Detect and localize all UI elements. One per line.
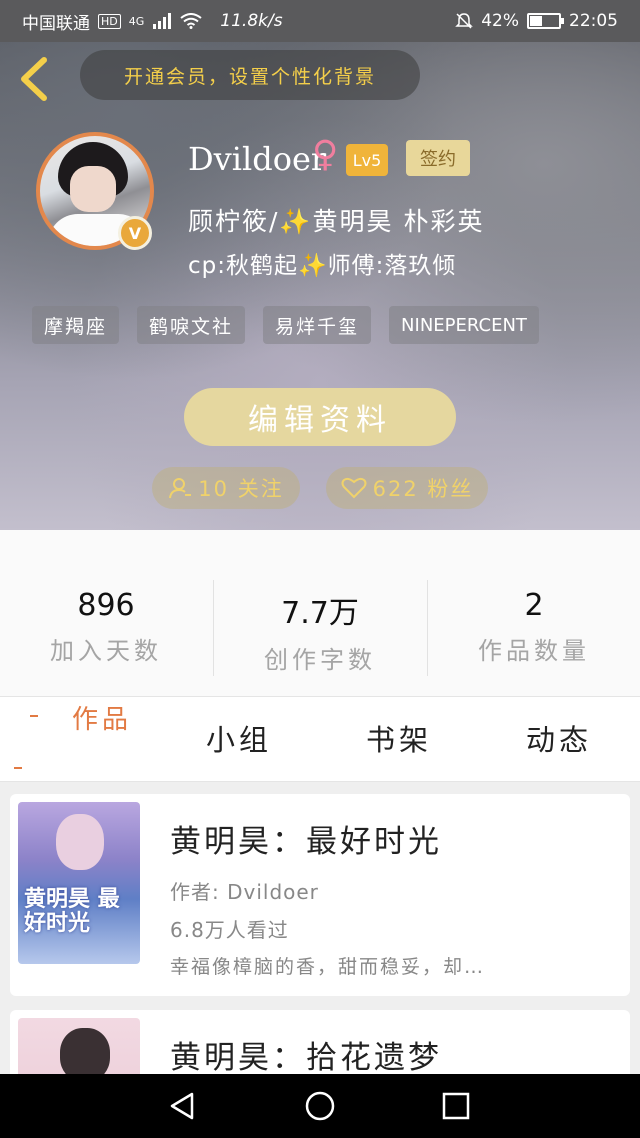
nav-recents-icon[interactable]: [440, 1090, 472, 1122]
battery-percent: 42%: [481, 11, 519, 31]
status-bar: 中国联通 HD 4G 11.8k/s 42% 22:05: [0, 0, 640, 42]
stat-works: 2 作品数量: [428, 588, 640, 666]
female-icon: ♀: [312, 134, 339, 175]
user-icon: [169, 478, 192, 499]
tab-indicator: [30, 715, 38, 717]
following-button[interactable]: 10 关注: [152, 467, 300, 509]
bio-line-1: 顾柠筱/✨黄明昊 朴彩英: [188, 207, 485, 236]
back-arrow-icon[interactable]: [14, 54, 54, 104]
tab-works[interactable]: 作品: [72, 699, 132, 736]
clock: 22:05: [569, 11, 618, 31]
book-cover[interactable]: [18, 1018, 140, 1074]
book-views: 6.8万人看过: [170, 918, 289, 942]
battery-icon: [527, 13, 564, 29]
stat-value: 2: [524, 588, 544, 623]
book-cover[interactable]: 黄明昊 最好时光: [18, 802, 140, 964]
stat-label: 创作字数: [264, 646, 376, 674]
tag-item[interactable]: 易烊千玺: [263, 306, 372, 344]
heart-icon: [341, 477, 367, 499]
tag-item[interactable]: 摩羯座: [32, 306, 120, 344]
stats-panel: 896 加入天数 7.7万 创作字数 2 作品数量: [0, 530, 640, 696]
bio-line-2: cp:秋鹤起✨师傅:落玖倾: [188, 253, 457, 279]
stat-words: 7.7万 创作字数: [214, 588, 426, 675]
book-title[interactable]: 黄明昊：拾花遗梦: [170, 1032, 442, 1074]
book-author: 作者: Dvildoer: [170, 880, 319, 904]
tag-list: 摩羯座 鹤唳文社 易烊千玺 NINEPERCENT: [32, 306, 539, 344]
book-description: 幸福像樟脑的香，甜而稳妥，却…: [170, 956, 486, 978]
fans-count: 622 粉丝: [372, 477, 474, 501]
stat-label: 加入天数: [50, 637, 162, 665]
work-card[interactable]: 黄明昊：拾花遗梦: [10, 1010, 630, 1074]
edit-profile-button[interactable]: 编辑资料: [184, 388, 456, 446]
tab-groups[interactable]: 小组: [206, 717, 272, 759]
tab-bookshelf[interactable]: 书架: [366, 717, 432, 759]
vip-background-banner[interactable]: 开通会员，设置个性化背景: [80, 50, 420, 100]
tab-activity[interactable]: 动态: [526, 717, 592, 759]
system-nav-bar: [0, 1074, 640, 1138]
stat-days: 896 加入天数: [0, 588, 212, 666]
works-list: 黄明昊 最好时光 黄明昊：最好时光 作者: Dvildoer 6.8万人看过 幸…: [0, 782, 640, 1074]
stat-value: 896: [77, 588, 135, 623]
hd-icon: HD: [98, 13, 121, 29]
nav-home-icon[interactable]: [304, 1090, 336, 1122]
content-tabs: 作品 小组 书架 动态: [0, 696, 640, 782]
level-badge: Lv5: [346, 144, 388, 176]
stat-value: 7.7万: [281, 596, 359, 631]
work-card[interactable]: 黄明昊 最好时光 黄明昊：最好时光 作者: Dvildoer 6.8万人看过 幸…: [10, 794, 630, 996]
profile-header: 开通会员，设置个性化背景 V Dvildoer ♀ Lv5 签约 顾柠筱/✨黄明…: [0, 42, 640, 530]
signed-badge: 签约: [406, 140, 470, 176]
mute-bell-icon: [455, 13, 474, 29]
book-title[interactable]: 黄明昊：最好时光: [170, 816, 442, 861]
cover-title: 黄明昊 最好时光: [24, 887, 120, 936]
nav-back-icon[interactable]: [166, 1090, 198, 1122]
stat-label: 作品数量: [478, 637, 590, 665]
signal-icon: [153, 13, 172, 29]
username: Dvildoer: [188, 140, 327, 178]
carrier-label: 中国联通: [22, 13, 90, 34]
tag-item[interactable]: NINEPERCENT: [389, 306, 539, 344]
network-type: 4G: [128, 14, 145, 28]
tab-indicator: [14, 767, 22, 769]
verified-badge: V: [118, 216, 152, 250]
fans-button[interactable]: 622 粉丝: [326, 467, 488, 509]
following-count: 10 关注: [198, 477, 284, 501]
wifi-icon: [180, 13, 202, 29]
network-speed: 11.8k/s: [220, 11, 283, 31]
tag-item[interactable]: 鹤唳文社: [137, 306, 246, 344]
